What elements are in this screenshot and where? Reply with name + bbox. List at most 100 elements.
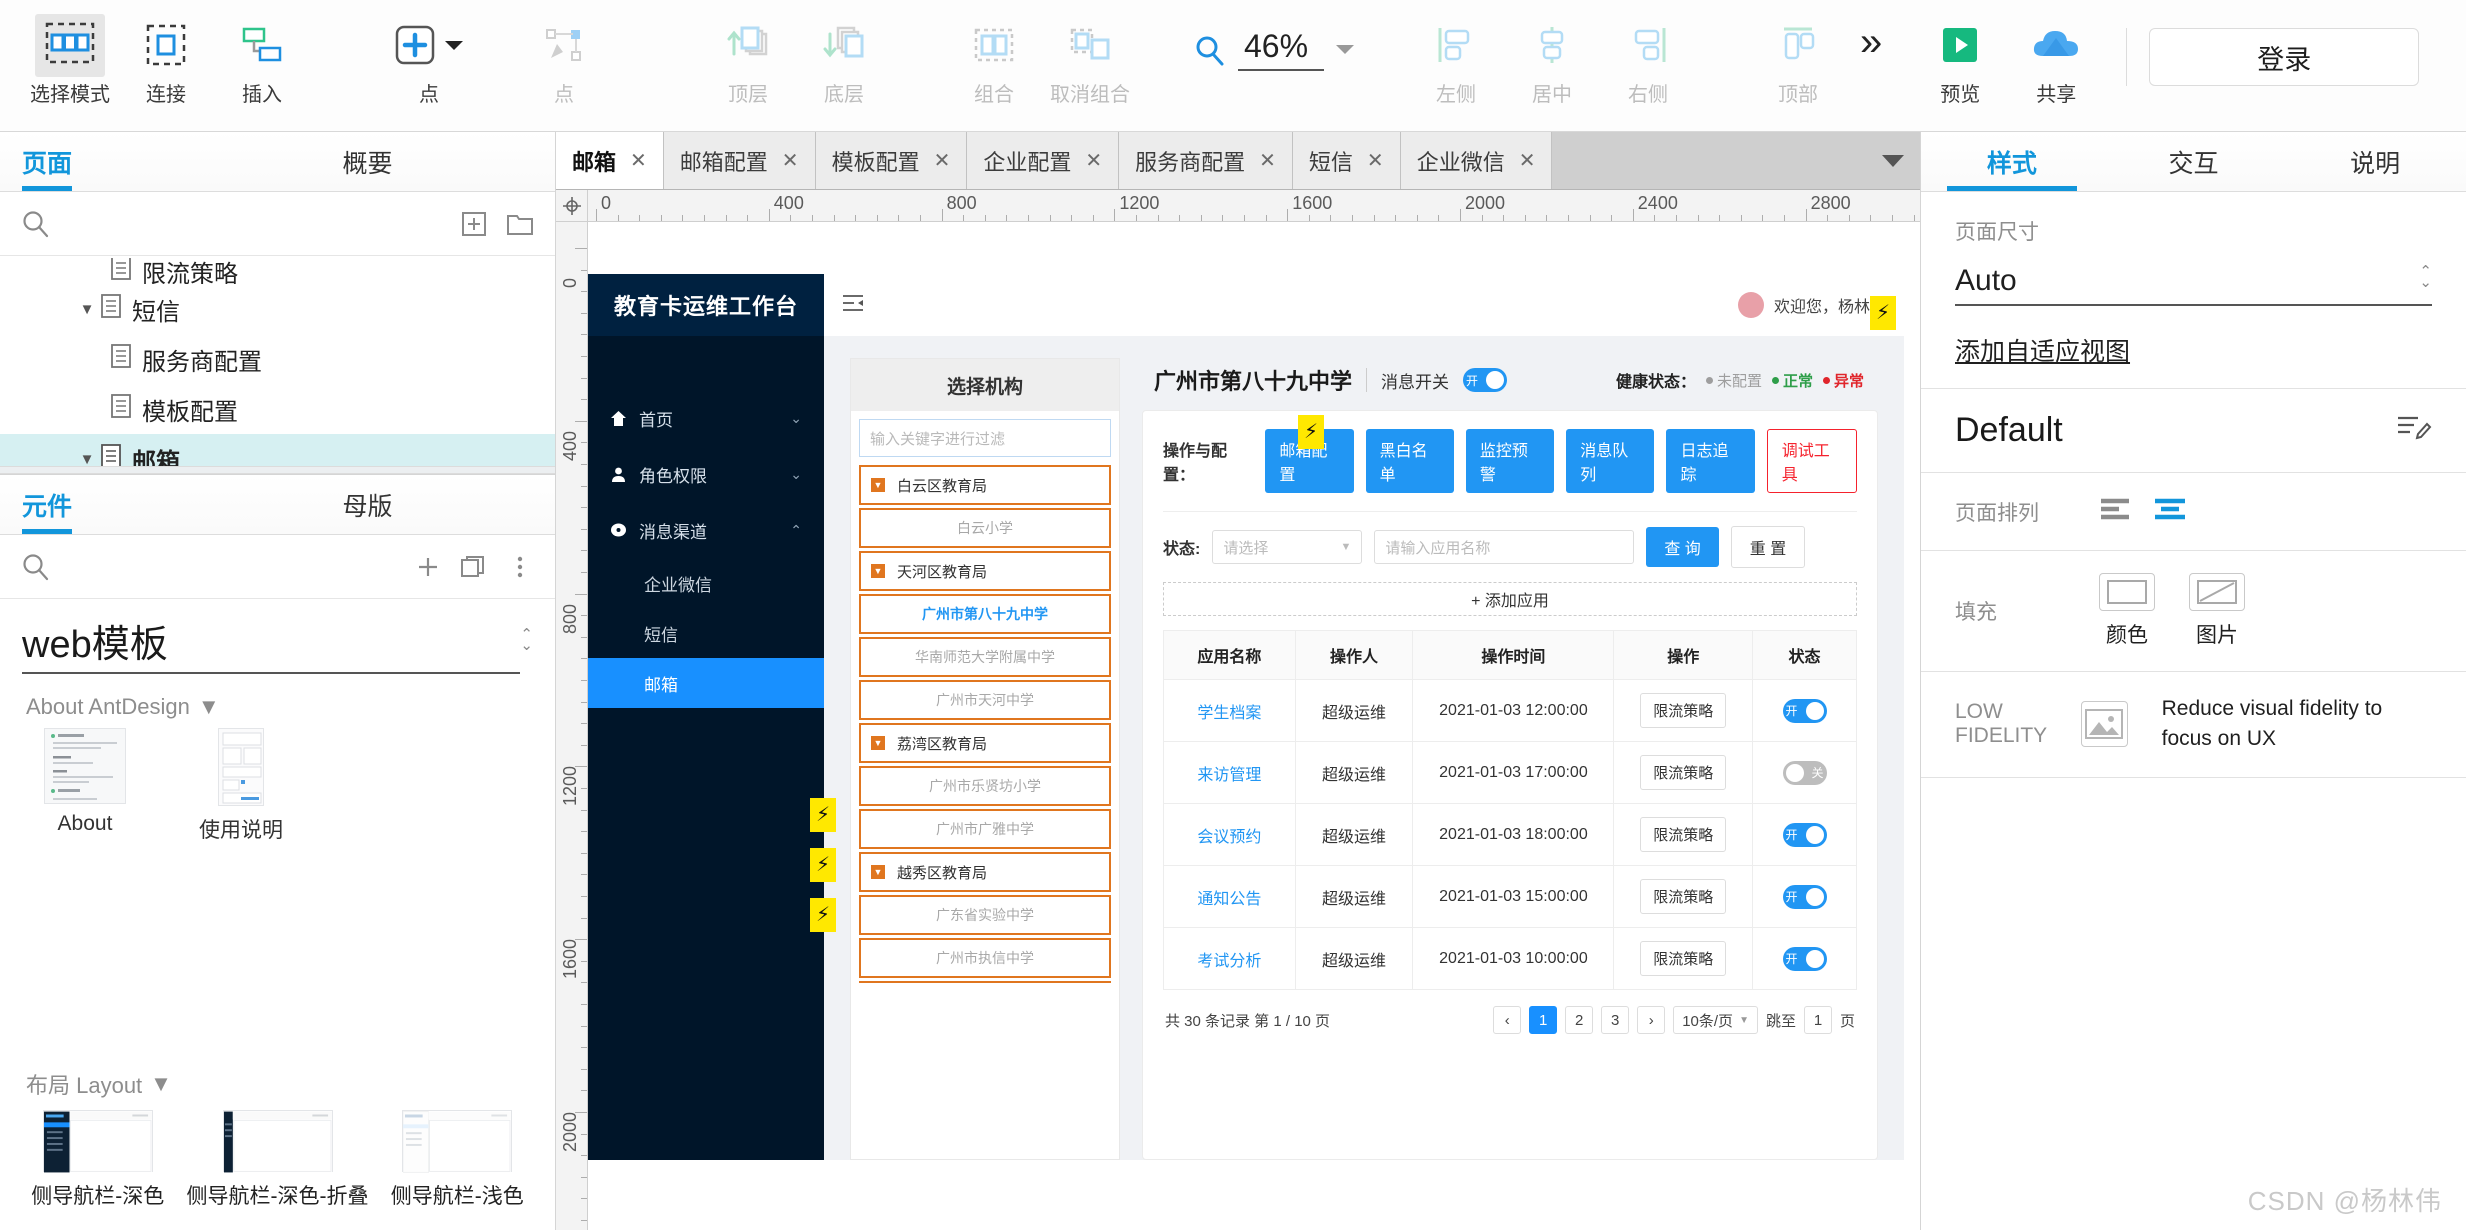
toolbar-ungroup[interactable]: 取消组合 [1042,14,1138,107]
org-parent-row[interactable]: ▼ 白云区教育局 [859,465,1111,505]
tab-overflow-icon[interactable] [1866,132,1920,189]
align-left-icon[interactable] [2099,495,2133,528]
library-selector[interactable]: web模板 ⌃ ⌄ [0,599,555,680]
row-toggle[interactable]: 开 [1782,884,1827,909]
chevron-double-right-icon[interactable]: » [1846,14,1890,65]
msg-switch-toggle[interactable]: 开 [1463,368,1508,392]
toolbar-bring-front[interactable]: 顶层 [700,14,796,107]
copy-library-icon[interactable] [457,550,491,584]
table-row[interactable]: 来访管理 超级运维 2021-01-03 17:00:00 限流策略 关 [1163,741,1857,804]
table-row[interactable]: 会议预约 超级运维 2021-01-03 18:00:00 限流策略 开 [1163,803,1857,866]
page-size-select[interactable]: 10条/页 ▼ [1673,1006,1758,1034]
layout-item[interactable]: 侧导航栏-深色-折叠 [187,1110,369,1210]
tab-pages[interactable]: 页面 [0,132,180,191]
canvas-tab[interactable]: 企业配置 ✕ [967,132,1120,189]
tree-item[interactable]: 服务商配置 [0,334,555,384]
canvas-tab[interactable]: 邮箱配置 ✕ [663,132,816,189]
menu-fold-icon[interactable] [842,292,864,318]
close-icon[interactable]: ✕ [1367,148,1384,173]
stepper-icon[interactable]: ⌃ ⌄ [2419,264,2432,295]
row-toggle[interactable]: 开 [1782,822,1827,847]
tree-item[interactable]: ▼ 短信 [0,284,555,334]
fill-color-option[interactable]: 颜色 [2099,573,2155,649]
table-row[interactable]: 学生档案 超级运维 2021-01-03 12:00:00 限流策略 开 [1163,679,1857,742]
org-child-row[interactable]: 广州市广雅中学 [859,809,1111,849]
canvas-tab[interactable]: 模板配置 ✕ [815,132,968,189]
close-icon[interactable]: ✕ [782,148,799,173]
toolbar-align-right[interactable]: 右侧 [1600,14,1696,107]
design-canvas[interactable]: 教育卡运维工作台 首页 ⌄ 角色权限 ⌄ 消息渠道 ⌃ 企业微信 短信 邮箱 欢… [588,222,1920,1230]
ops-btn-queue[interactable]: 消息队列 [1566,429,1655,493]
org-child-row[interactable]: 广州市乐贤坊小学 [859,766,1111,806]
table-row[interactable]: 考试分析 超级运维 2021-01-03 10:00:00 限流策略 开 [1163,927,1857,990]
ops-btn-logtrace[interactable]: 日志追踪 [1666,429,1755,493]
search-icon[interactable] [18,550,52,584]
toolbar-select-single[interactable]: 连接 [118,14,214,107]
org-child-row-selected[interactable]: 广州市第八十九中学 [859,594,1111,634]
more-options-icon[interactable] [503,550,537,584]
chevron-down-icon[interactable]: ▼ [74,301,100,318]
toolbar-send-back[interactable]: 底层 [796,14,892,107]
ops-btn-blacklist[interactable]: 黑白名单 [1365,429,1454,493]
org-child-row[interactable]: 广州市执信中学 [859,938,1111,978]
toolbar-align-top[interactable]: 顶部 [1750,14,1846,107]
add-folder-icon[interactable] [503,207,537,241]
table-row[interactable]: 通知公告 超级运维 2021-01-03 15:00:00 限流策略 开 [1163,865,1857,928]
ops-btn-debug[interactable]: 调试工具 [1766,429,1857,493]
pages-search-input[interactable] [64,210,445,237]
vertical-ruler[interactable]: 0 400 800 1200 1600 2000 [556,222,588,1230]
tab-notes[interactable]: 说明 [2284,132,2466,191]
cell-app-name[interactable]: 来访管理 [1163,741,1296,804]
add-library-icon[interactable] [411,550,445,584]
tab-interaction[interactable]: 交互 [2103,132,2285,191]
mock-subnav-email[interactable]: 邮箱 [588,658,824,708]
zoom-value[interactable]: 46% [1238,28,1324,71]
canvas-tab[interactable]: 服务商配置 ✕ [1119,132,1293,189]
tab-style[interactable]: 样式 [1921,132,2103,191]
toolbar-insert[interactable]: 点 [364,14,494,107]
jump-input[interactable]: 1 [1803,1006,1832,1034]
mock-nav-channels[interactable]: 消息渠道 ⌃ [588,502,824,558]
chevron-down-icon[interactable]: ▼ [74,451,100,467]
toolbar-align-left[interactable]: 左侧 [1408,14,1504,107]
toolbar-point[interactable]: 点 [516,14,612,107]
ruler-origin-icon[interactable] [556,190,588,222]
toolbar-select-mode[interactable]: 选择模式 [22,13,118,107]
org-parent-row[interactable]: ▼ 天河区教育局 [859,551,1111,591]
org-parent-row[interactable]: ▼ 越秀区教育局 [859,852,1111,892]
limit-policy-button[interactable]: 限流策略 [1640,693,1727,728]
org-child-row[interactable]: 广东省实验中学 [859,895,1111,935]
zoom-control[interactable]: 46% [1192,14,1354,71]
close-icon[interactable]: ✕ [1519,148,1536,173]
status-select[interactable]: 请选择 ▼ [1212,530,1363,564]
page-button[interactable]: 2 [1565,1006,1594,1034]
ops-btn-monitoring[interactable]: 监控预警 [1465,429,1555,493]
add-page-icon[interactable] [457,207,491,241]
limit-policy-button[interactable]: 限流策略 [1640,755,1727,790]
limit-policy-button[interactable]: 限流策略 [1640,941,1727,976]
add-adaptive-view-link[interactable]: 添加自适应视图 [1955,332,2130,368]
horizontal-ruler[interactable]: 040080012001600200024002800320036004000 [588,190,1920,222]
fill-image-option[interactable]: 图片 [2189,573,2245,649]
cell-app-name[interactable]: 学生档案 [1163,679,1296,742]
toolbar-align-center[interactable]: 居中 [1504,14,1600,107]
limit-policy-button[interactable]: 限流策略 [1640,879,1727,914]
tree-item[interactable]: 模板配置 [0,384,555,434]
close-icon[interactable]: ✕ [630,148,647,173]
library-stepper-icon[interactable]: ⌃ ⌄ [520,627,533,658]
org-parent-row[interactable]: ▼ 荔湾区教育局 [859,723,1111,763]
app-name-input[interactable]: 请输入应用名称 [1374,530,1635,564]
org-child-row[interactable]: 白云小学 [859,508,1111,548]
mock-subnav-wecom[interactable]: 企业微信 [588,558,824,608]
close-icon[interactable]: ✕ [1085,148,1102,173]
align-center-icon[interactable] [2153,495,2187,528]
toolbar-share[interactable]: 共享 [2008,14,2104,107]
row-toggle[interactable]: 开 [1782,698,1827,723]
limit-policy-button[interactable]: 限流策略 [1640,817,1727,852]
canvas-tab[interactable]: 邮箱 ✕ [556,132,664,189]
login-button[interactable]: 登录 [2149,28,2420,86]
widget-group-header[interactable]: About AntDesign ▼ [0,680,555,726]
layout-item[interactable]: 侧导航栏-浅色 [378,1110,538,1210]
toolbar-connector[interactable]: 插入 [214,14,310,107]
cell-app-name[interactable]: 通知公告 [1163,865,1296,928]
